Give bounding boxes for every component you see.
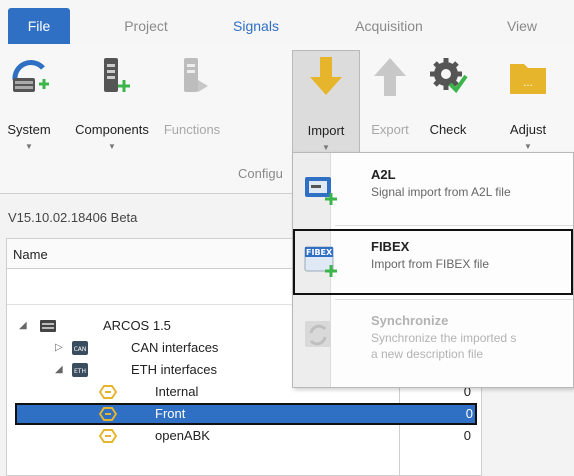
tab-acquisition[interactable]: Acquisition <box>336 8 442 44</box>
tree-label: Internal <box>155 384 199 399</box>
tree-label: openABK <box>155 428 210 443</box>
functions-button[interactable]: Functions <box>160 50 224 156</box>
export-label: Export <box>371 122 409 137</box>
eth-icon: ETH <box>72 363 88 377</box>
version-label: V15.10.02.18406 Beta <box>8 210 138 225</box>
port-icon <box>99 407 117 421</box>
menu-item-description: Signal import from A2L file <box>371 185 511 199</box>
chevron-down-icon: ▼ <box>108 142 116 151</box>
menu-item-a2l[interactable]: A2L Signal import from A2L file <box>293 157 573 223</box>
tab-signals[interactable]: Signals <box>216 8 296 44</box>
adjust-folder-icon: ... <box>510 64 546 94</box>
menu-item-title: A2L <box>371 167 396 182</box>
tab-project[interactable]: Project <box>104 8 188 44</box>
menu-item-description-line2: a new description file <box>371 347 484 361</box>
expander-icon[interactable]: ◢ <box>55 359 63 381</box>
check-button[interactable]: Check <box>420 50 476 156</box>
tree-row-selected[interactable]: Front 0 <box>15 403 477 425</box>
functions-icon <box>184 58 208 92</box>
port-icon <box>99 385 117 399</box>
system-label: System <box>7 122 51 137</box>
menu-item-description: Import from FIBEX file <box>371 257 490 271</box>
chevron-down-icon: ▼ <box>25 142 33 151</box>
import-dropdown-menu: A2L Signal import from A2L file FIBEX FI… <box>292 152 574 388</box>
tree-label: ETH interfaces <box>131 362 217 377</box>
export-arrow-icon <box>374 58 406 96</box>
menu-divider <box>335 299 573 300</box>
svg-text:ETH: ETH <box>74 368 86 375</box>
menu-item-synchronize[interactable]: Synchronize Synchronize the imported s a… <box>293 303 573 383</box>
svg-text:CAN: CAN <box>74 346 87 353</box>
tree-value: 0 <box>465 406 473 421</box>
expander-icon[interactable]: ▷ <box>55 337 63 359</box>
import-label: Import <box>307 123 345 138</box>
a2l-file-icon <box>305 177 337 205</box>
tree-row[interactable]: openABK 0 <box>7 425 481 447</box>
can-icon: CAN <box>72 341 88 355</box>
export-button[interactable]: Export <box>362 50 418 156</box>
device-icon <box>40 320 56 332</box>
column-name-header[interactable]: Name <box>13 247 48 262</box>
adjust-label: Adjust <box>509 122 547 137</box>
system-icon <box>12 60 49 92</box>
ribbon-tabs: File Project Signals Acquisition View <box>0 0 574 44</box>
import-button[interactable]: Import ▼ <box>292 50 360 158</box>
check-label: Check <box>429 122 467 137</box>
tree-value: 0 <box>463 428 471 443</box>
menu-item-description: Synchronize the imported s <box>371 331 517 345</box>
components-label: Components <box>75 122 149 137</box>
tree-label: Front <box>155 406 186 421</box>
components-button[interactable]: Components ▼ <box>66 50 158 156</box>
tree-label: ARCOS 1.5 <box>103 318 171 333</box>
system-button[interactable]: System ▼ <box>4 50 54 156</box>
svg-text:...: ... <box>523 78 533 89</box>
tab-file[interactable]: File <box>8 8 70 44</box>
menu-item-title: FIBEX <box>371 239 410 254</box>
menu-divider <box>335 225 573 226</box>
port-icon <box>99 429 117 443</box>
fibex-badge: FIBEX <box>306 248 333 257</box>
import-arrow-icon <box>310 57 342 95</box>
chevron-down-icon: ▼ <box>524 142 532 151</box>
functions-label: Functions <box>163 122 221 137</box>
expander-icon[interactable]: ◢ <box>19 315 27 337</box>
menu-item-fibex[interactable]: FIBEX FIBEX Import from FIBEX file <box>293 229 573 295</box>
adjust-button[interactable]: ... Adjust ▼ <box>500 50 556 156</box>
chevron-down-icon: ▼ <box>322 143 330 152</box>
tab-view[interactable]: View <box>492 8 552 44</box>
menu-item-title: Synchronize <box>371 313 449 328</box>
check-gear-icon <box>430 58 468 94</box>
tree-label: CAN interfaces <box>131 340 219 355</box>
synchronize-icon <box>305 321 331 347</box>
ribbon-group-label: Configu <box>238 166 283 181</box>
components-icon <box>104 58 130 92</box>
